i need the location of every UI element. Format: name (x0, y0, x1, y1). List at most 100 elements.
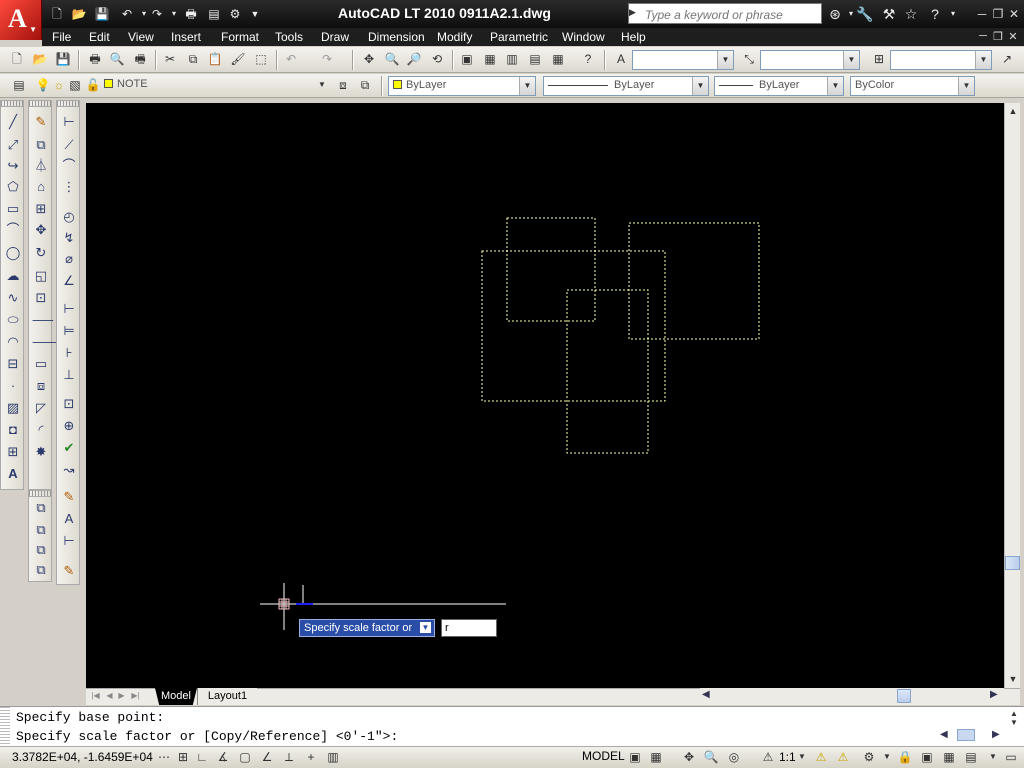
coordinates-readout[interactable]: 3.3782E+04, -1.6459E+04 (12, 750, 153, 764)
zoom-status-icon[interactable]: 🔍 (702, 748, 720, 766)
extend-icon[interactable]: ⸻ (32, 333, 64, 351)
gradient-icon[interactable]: ◘ (4, 421, 22, 439)
quick-view-drawings-icon[interactable]: ▦ (647, 748, 665, 766)
search-expand-icon[interactable]: ▶ (629, 7, 639, 19)
copy-object-icon[interactable]: ⧉ (32, 136, 50, 154)
undo-icon[interactable]: ↶ (118, 5, 136, 23)
workspace-switching-icon[interactable]: ⚙ (860, 748, 878, 766)
menu-edit[interactable]: Edit (89, 30, 110, 44)
redo-icon[interactable]: ↷ (148, 5, 166, 23)
ortho-mode-icon[interactable]: ∟ (193, 748, 211, 766)
workspace-dropdown-icon[interactable]: ▼ (878, 748, 896, 766)
dimension-space-icon[interactable]: ⊥ (60, 366, 78, 384)
send-to-back-icon[interactable]: ⧉ (32, 521, 50, 539)
bring-to-front-icon[interactable]: ⧉ (32, 499, 50, 517)
inspection-icon[interactable]: ✔ (60, 439, 78, 457)
stretch-icon[interactable]: ⊡ (32, 289, 50, 307)
jogged-linear-icon[interactable]: ↝ (60, 461, 78, 479)
publish-icon[interactable]: 🖷 (131, 50, 149, 68)
tray-settings-icon[interactable]: ▤ (962, 748, 980, 766)
trim-icon[interactable]: ⸺ (32, 311, 54, 329)
search-input[interactable] (628, 3, 822, 24)
dynamic-input-icon[interactable]: + (302, 748, 320, 766)
tab-model[interactable]: Model (155, 688, 197, 705)
plot-preview-icon[interactable]: 🔍 (108, 50, 126, 68)
vertical-scroll-thumb[interactable] (1005, 556, 1020, 570)
redo-icon[interactable]: ↷ (318, 50, 336, 68)
chamfer-icon[interactable]: ◸ (32, 399, 50, 417)
offset-icon[interactable]: ⌂ (32, 178, 50, 196)
layer-select[interactable]: NOTE ▼ (100, 76, 330, 96)
scroll-down-icon[interactable]: ▼ (1005, 671, 1021, 687)
arc-icon[interactable]: ⌒ (4, 221, 22, 239)
calculator-icon[interactable]: ▦ (549, 50, 567, 68)
linear-dimension-icon[interactable]: ⊢ (60, 113, 78, 131)
prev-tab-icon[interactable]: ◀ (104, 691, 115, 703)
design-center-icon[interactable]: ▦ (481, 50, 499, 68)
angular-icon[interactable]: ∠ (60, 272, 78, 290)
join-icon[interactable]: ⧈ (32, 377, 50, 395)
object-snap-icon[interactable]: ▢ (236, 748, 254, 766)
dashed-rectangle-3[interactable] (481, 250, 666, 402)
arc-length-icon[interactable]: ⌒ (60, 157, 78, 175)
plot-icon[interactable]: 🖶 (182, 5, 200, 23)
annotation-scale-dropdown-icon[interactable]: ▼ (793, 748, 811, 766)
quick-view-layouts-icon[interactable]: ▣ (626, 748, 644, 766)
dashed-rectangle-1[interactable] (506, 217, 596, 322)
pan-status-icon[interactable]: ✥ (680, 748, 698, 766)
doc-minimize-icon[interactable]: ─ (976, 30, 990, 44)
menu-parametric[interactable]: Parametric (490, 30, 548, 44)
options-dropdown-icon[interactable]: ▼ (420, 622, 431, 633)
scroll-left-icon[interactable]: ◀ (702, 689, 710, 700)
aligned-dimension-icon[interactable]: ⟋ (60, 136, 78, 154)
dynamic-ucs-icon[interactable]: ⟂ (280, 748, 298, 766)
menu-draw[interactable]: Draw (321, 30, 349, 44)
model-space-toggle[interactable]: MODEL (582, 749, 625, 763)
dimension-update-icon[interactable]: ⊢ (60, 532, 78, 550)
viewport-freeze-icon[interactable]: ▧ (66, 76, 84, 94)
rectangle-icon[interactable]: ▭ (4, 200, 22, 218)
status-menu-dropdown-icon[interactable]: ▼ (984, 748, 1002, 766)
workspace-icon[interactable]: ⚙ (226, 5, 244, 23)
toolbar-grip[interactable] (29, 101, 51, 107)
array-icon[interactable]: ⊞ (32, 200, 50, 218)
help-icon[interactable]: ? (579, 50, 597, 68)
command-line-grip[interactable] (0, 707, 10, 745)
drawing-area[interactable]: Specify scale factor or ▼ r (86, 103, 1004, 688)
redo-dropdown-icon[interactable]: ▾ (165, 5, 183, 23)
application-menu-button[interactable]: A ▼ (0, 0, 42, 40)
polar-tracking-icon[interactable]: ∡ (214, 748, 232, 766)
cmd-scroll-up-icon[interactable]: ▲ (1010, 709, 1018, 718)
mirror-icon[interactable]: ⏃ (32, 157, 50, 175)
move-icon[interactable]: ✥ (32, 221, 50, 239)
table-style-icon[interactable]: ⊞ (870, 50, 888, 68)
rotate-icon[interactable]: ↻ (32, 244, 50, 262)
insert-block-icon[interactable]: ⊟ (4, 355, 22, 373)
dimension-style-icon[interactable]: ✎ (60, 562, 78, 580)
plot-icon[interactable]: 🖶 (86, 50, 104, 68)
quick-access-dropdown-icon[interactable]: ▼ (246, 5, 264, 23)
open-icon[interactable]: 📂 (31, 50, 49, 68)
ordinate-icon[interactable]: ⋮ (60, 178, 78, 196)
tolerance-icon[interactable]: ⊡ (60, 395, 78, 413)
dashed-rectangle-4[interactable] (566, 289, 649, 454)
subscription-key-icon[interactable]: 🔧 (856, 5, 874, 23)
favorites-star-icon[interactable]: ☆ (902, 5, 920, 23)
menu-view[interactable]: View (128, 30, 154, 44)
scroll-right-icon[interactable]: ▶ (990, 689, 998, 700)
sheet-set-icon[interactable]: ▤ (526, 50, 544, 68)
help-dropdown-icon[interactable]: ▾ (944, 5, 962, 23)
undo-icon[interactable]: ↶ (282, 50, 300, 68)
menu-format[interactable]: Format (221, 30, 259, 44)
toolbar-grip[interactable] (57, 101, 79, 107)
communication-icon[interactable]: ⚒ (880, 5, 898, 23)
scroll-up-icon[interactable]: ▲ (1005, 103, 1021, 119)
grid-display-icon[interactable]: ⊞ (174, 748, 192, 766)
tool-palettes-icon[interactable]: ▥ (503, 50, 521, 68)
circle-icon[interactable]: ◯ (4, 244, 22, 262)
snap-mode-icon[interactable]: ⋯ (155, 748, 173, 766)
cmd-scroll-left-icon[interactable]: ◀ (940, 729, 948, 740)
tab-layout1[interactable]: Layout1 (197, 688, 257, 705)
annotation-visibility-icon[interactable]: ⚠ (812, 748, 830, 766)
table-style-select[interactable]: ▼ (890, 50, 992, 70)
